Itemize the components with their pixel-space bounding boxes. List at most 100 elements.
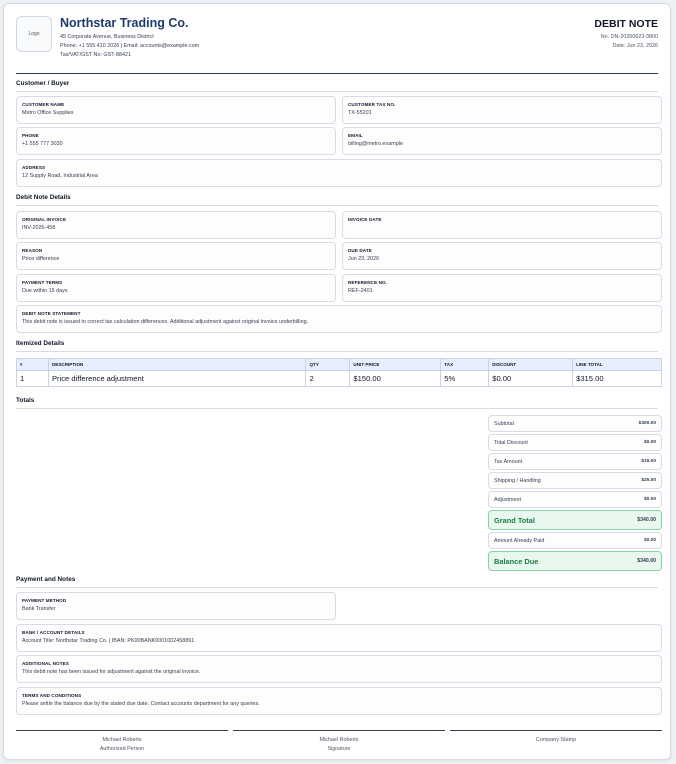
field-label: ORIGINAL INVOICE: [22, 217, 67, 222]
cell-tax: 5%: [440, 370, 490, 387]
field-value: REF-2401: [348, 288, 373, 294]
field-original-invoice: ORIGINAL INVOICE INV-2026-458: [16, 211, 336, 239]
document-title: DEBIT NOTE: [594, 18, 658, 30]
signature-role: Company Stamp: [535, 737, 577, 743]
field-value: TX-55201: [348, 110, 372, 116]
cell-description: Price difference adjustment: [47, 370, 307, 387]
field-value: billing@metro.example: [348, 141, 403, 147]
document-number: No. DN-20260623-3800: [600, 34, 658, 40]
table-header-row: # DESCRIPTION QTY UNIT PRICE TAX DISCOUN…: [16, 358, 662, 371]
column-header: TAX: [440, 358, 490, 371]
signature-role: Authorized Person: [99, 746, 145, 752]
field-label: TERMS AND CONDITIONS: [22, 693, 82, 698]
field-value: Account Title: Northstar Trading Co. | I…: [22, 638, 195, 644]
total-value: $340.00: [637, 558, 656, 564]
column-header: QTY: [305, 358, 351, 371]
field-label: DUE DATE: [348, 248, 372, 253]
signature-signature: Michael Roberts Signature: [233, 730, 445, 754]
field-value: Jun 23, 2026: [348, 256, 380, 262]
field-value: Bank Transfer: [22, 606, 56, 612]
total-row-subtotal: Subtotal $300.00: [488, 415, 662, 432]
document-header: Logo Northstar Trading Co. 45 Corporate …: [16, 14, 658, 72]
section-title-totals: Totals: [16, 397, 658, 409]
total-value: $25.00: [641, 478, 656, 483]
field-due-date: DUE DATE Jun 23, 2026: [342, 242, 662, 270]
total-value: $340.00: [637, 517, 656, 523]
company-info: Northstar Trading Co. 45 Corporate Avenu…: [60, 16, 199, 58]
field-label: BANK / ACCOUNT DETAILS: [22, 630, 85, 635]
field-debit-note-statement: DEBIT NOTE STATEMENT This debit note is …: [16, 305, 662, 333]
field-value: This debit note is issued to correct tax…: [22, 319, 309, 325]
document-date: Date: Jun 23, 2026: [612, 43, 658, 49]
signature-name: Michael Roberts: [319, 737, 359, 743]
field-phone: PHONE +1 555 777 3030: [16, 127, 336, 155]
total-label: Grand Total: [494, 515, 535, 525]
column-header: LINE TOTAL: [572, 358, 662, 371]
column-header: DISCOUNT: [488, 358, 574, 371]
field-label: EMAIL: [348, 133, 363, 138]
field-payment-method: PAYMENT METHOD Bank Transfer: [16, 592, 336, 620]
section-title-payment: Payment and Notes: [16, 576, 658, 588]
table-row: 1 Price difference adjustment 2 $150.00 …: [16, 370, 662, 387]
field-value: Metro Office Supplies: [22, 110, 74, 116]
items-table: # DESCRIPTION QTY UNIT PRICE TAX DISCOUN…: [16, 358, 662, 387]
field-value: Due within 15 days: [22, 288, 68, 294]
field-label: REASON: [22, 248, 43, 253]
field-terms-conditions: TERMS AND CONDITIONS Please settle the b…: [16, 687, 662, 715]
total-row-balance-due: Balance Due $340.00: [488, 551, 662, 571]
total-row-already-paid: Amount Already Paid $0.00: [488, 532, 662, 549]
field-value: This debit note has been issued for adju…: [22, 669, 201, 675]
field-reference-no: REFERENCE NO. REF-2401: [342, 274, 662, 302]
field-value: Please settle the balance due by the sta…: [22, 701, 260, 707]
field-address: ADDRESS 12 Supply Road, Industrial Area: [16, 159, 662, 187]
total-label: Adjustment: [494, 496, 521, 503]
totals-summary: Subtotal $300.00 Total Discount $0.00 Ta…: [488, 415, 662, 573]
debit-note-page: Logo Northstar Trading Co. 45 Corporate …: [3, 3, 671, 760]
company-address: 45 Corporate Avenue, Business District: [60, 34, 154, 40]
total-label: Shipping / Handling: [494, 477, 541, 484]
cell-index: 1: [16, 370, 49, 387]
company-contact: Phone: +1 555 410 2026 | Email: accounts…: [60, 43, 200, 49]
field-value: +1 555 777 3030: [22, 141, 63, 147]
total-label: Subtotal: [494, 420, 514, 427]
field-customer-name: CUSTOMER NAME Metro Office Supplies: [16, 96, 336, 124]
field-reason: REASON Price difference: [16, 242, 336, 270]
field-label: ADDRESS: [22, 165, 46, 170]
field-bank-details: BANK / ACCOUNT DETAILS Account Title: No…: [16, 624, 662, 652]
cell-line-total: $315.00: [572, 370, 662, 387]
total-row-grand-total: Grand Total $340.00: [488, 510, 662, 530]
field-label: REFERENCE NO.: [348, 280, 388, 285]
header-divider: [16, 73, 658, 74]
total-value: $0.00: [643, 440, 656, 445]
field-value: Price difference: [22, 256, 60, 262]
field-invoice-date: INVOICE DATE: [342, 211, 662, 239]
total-row-shipping: Shipping / Handling $25.00: [488, 472, 662, 489]
field-payment-terms: PAYMENT TERMS Due within 15 days: [16, 274, 336, 302]
section-title-customer: Customer / Buyer: [16, 80, 658, 92]
field-label: PAYMENT METHOD: [22, 598, 67, 603]
total-row-adjustment: Adjustment $0.00: [488, 491, 662, 508]
signature-authorized-person: Michael Roberts Authorized Person: [16, 730, 228, 754]
section-title-items: Itemized Details: [16, 340, 658, 352]
cell-qty: 2: [305, 370, 351, 387]
total-value: $0.00: [643, 538, 656, 543]
total-label: Total Discount: [494, 439, 528, 446]
field-label: PHONE: [22, 133, 39, 138]
field-additional-notes: ADDITIONAL NOTES This debit note has bee…: [16, 655, 662, 683]
company-name: Northstar Trading Co.: [60, 16, 189, 30]
cell-discount: $0.00: [488, 370, 574, 387]
field-label: INVOICE DATE: [348, 217, 382, 222]
total-value: $300.00: [638, 421, 656, 426]
column-header: UNIT PRICE: [349, 358, 442, 371]
field-value: INV-2026-458: [22, 225, 56, 231]
field-label: DEBIT NOTE STATEMENT: [22, 311, 81, 316]
total-value: $15.00: [641, 459, 656, 464]
signature-role: Signature: [327, 746, 351, 752]
total-label: Tax Amount: [494, 458, 523, 465]
field-label: CUSTOMER TAX NO.: [348, 102, 396, 107]
document-meta: DEBIT NOTE No. DN-20260623-3800 Date: Ju…: [594, 18, 658, 49]
company-logo: Logo: [16, 16, 52, 52]
field-label: PAYMENT TERMS: [22, 280, 63, 285]
field-label: ADDITIONAL NOTES: [22, 661, 69, 666]
signature-company-stamp: Company Stamp: [450, 730, 662, 745]
